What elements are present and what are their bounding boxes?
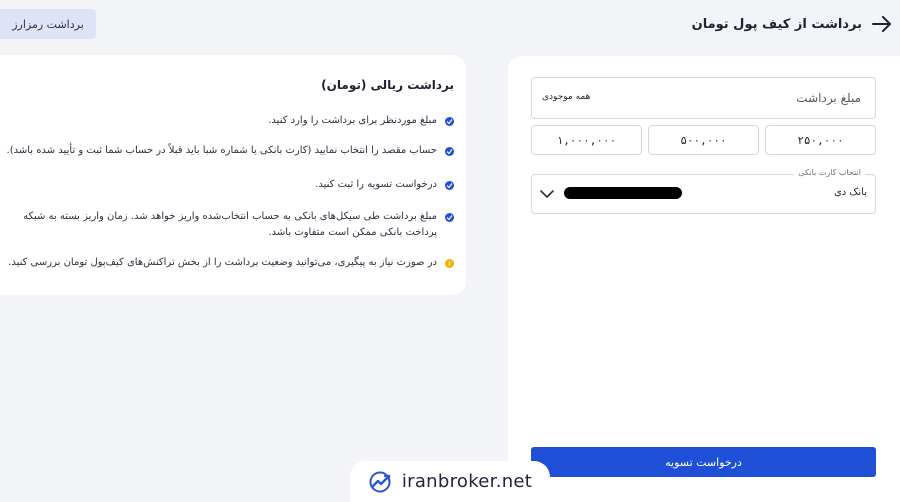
info-item-text: در صورت نیاز به پیگیری، می‌توانید وضعیت … [8, 257, 437, 268]
submit-settlement-button[interactable]: درخواست تسویه [531, 447, 876, 477]
preset-amount-button[interactable]: ۱,۰۰۰,۰۰۰ [531, 125, 642, 155]
amount-field[interactable]: همه موجودی [531, 77, 876, 119]
info-item-text: درخواست تسویه را ثبت کنید. [315, 179, 437, 190]
list-item: درخواست تسویه را ثبت کنید. [315, 177, 454, 193]
watermark-text: iranbroker.net [401, 471, 533, 492]
info-item-text: مبلغ موردنظر برای برداشت را وارد کنید. [268, 115, 437, 126]
redacted-card-number [564, 187, 682, 199]
info-title: برداشت ریالی (تومان) [321, 78, 454, 92]
list-item: مبلغ موردنظر برای برداشت را وارد کنید. [268, 113, 454, 129]
preset-amount-button[interactable]: ۵۰۰,۰۰۰ [648, 125, 759, 155]
list-item: مبلغ برداشت طی سیکل‌های بانکی به حساب ان… [14, 209, 454, 241]
check-icon [445, 213, 454, 222]
watermark: iranbroker.net [350, 461, 550, 502]
check-icon [445, 181, 454, 190]
bank-card-select-label: انتخاب کارت بانکی [794, 168, 865, 177]
check-icon [445, 117, 454, 126]
info-card: برداشت ریالی (تومان) مبلغ موردنظر برای ب… [0, 55, 466, 295]
info-item-text: مبلغ برداشت طی سیکل‌های بانکی به حساب ان… [23, 211, 437, 238]
selected-bank-name: بانک دی [833, 187, 867, 198]
page-header: برداشت از کیف پول تومان [692, 8, 892, 40]
bank-card-select[interactable]: انتخاب کارت بانکی بانک دی [531, 168, 876, 214]
amount-input[interactable] [661, 78, 861, 118]
check-icon [445, 147, 454, 156]
info-icon [445, 259, 454, 268]
info-item-text: حساب مقصد را انتخاب نمایید (کارت بانکی ی… [6, 145, 437, 156]
withdraw-form-card: همه موجودی ۲۵۰,۰۰۰ ۵۰۰,۰۰۰ ۱,۰۰۰,۰۰۰ انت… [508, 56, 900, 502]
trend-chart-logo-icon [369, 471, 391, 492]
crypto-withdraw-button[interactable]: برداشت رمزارز [0, 9, 96, 39]
arrow-right-icon[interactable] [872, 16, 892, 32]
list-item: حساب مقصد را انتخاب نمایید (کارت بانکی ی… [7, 143, 454, 159]
all-balance-button[interactable]: همه موجودی [542, 92, 590, 102]
page-title: برداشت از کیف پول تومان [691, 16, 862, 32]
amount-presets: ۲۵۰,۰۰۰ ۵۰۰,۰۰۰ ۱,۰۰۰,۰۰۰ [531, 125, 876, 155]
list-item: در صورت نیاز به پیگیری، می‌توانید وضعیت … [8, 255, 454, 271]
chevron-down-icon[interactable] [540, 189, 554, 199]
preset-amount-button[interactable]: ۲۵۰,۰۰۰ [765, 125, 876, 155]
